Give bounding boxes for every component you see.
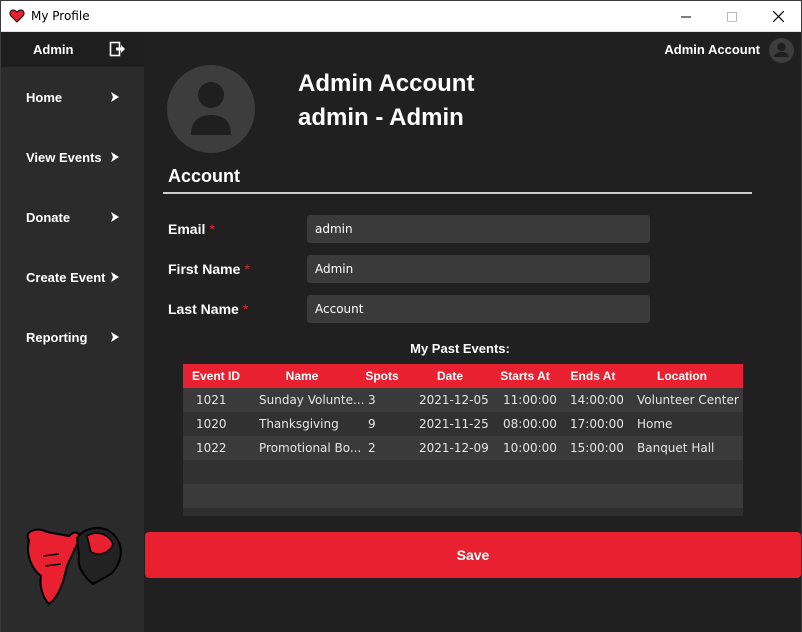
chevron-right-icon: [111, 152, 119, 162]
app-window: My Profile Admin Home View Events Donate…: [0, 0, 802, 632]
past-events-table[interactable]: Event ID Name Spots Date Starts At Ends …: [183, 364, 743, 516]
sidebar-item-home[interactable]: Home: [1, 78, 144, 118]
first-name-field[interactable]: [307, 255, 650, 283]
table-row[interactable]: 1020 Thanksgiving 9 2021-11-25 08:00:00 …: [183, 412, 743, 436]
cell-starts-at: 08:00:00: [503, 417, 557, 431]
first-name-label: First Name *: [168, 261, 250, 277]
cell-ends-at: 17:00:00: [570, 417, 624, 431]
cell-location: Home: [637, 417, 673, 431]
cell-spots: 2: [368, 441, 376, 455]
section-divider: [163, 192, 752, 194]
cell-ends-at: 14:00:00: [570, 393, 624, 407]
minimize-icon: [681, 16, 691, 17]
cell-starts-at: 11:00:00: [503, 393, 557, 407]
cell-starts-at: 10:00:00: [503, 441, 557, 455]
cell-event-id: 1021: [196, 393, 227, 407]
cell-date: 2021-12-09: [419, 441, 489, 455]
last-name-field[interactable]: [307, 295, 650, 323]
table-header: Event ID Name Spots Date Starts At Ends …: [183, 364, 743, 388]
last-name-label: Last Name *: [168, 301, 248, 317]
title-bar: My Profile: [1, 1, 801, 32]
sidebar-item-label: Home: [26, 90, 63, 105]
cell-event-id: 1022: [196, 441, 227, 455]
column-header[interactable]: Ends At: [559, 369, 627, 383]
sidebar-item-donate[interactable]: Donate: [1, 198, 144, 238]
column-header[interactable]: Spots: [355, 369, 409, 383]
profile-avatar-icon: [167, 65, 255, 153]
cell-date: 2021-11-25: [419, 417, 489, 431]
email-label: Email *: [168, 221, 215, 237]
user-avatar-icon[interactable]: [769, 38, 794, 63]
empty-row: [183, 484, 743, 508]
chevron-right-icon: [111, 212, 119, 222]
sidebar-item-label: View Events: [26, 150, 102, 165]
email-field[interactable]: [307, 215, 650, 243]
email-label-text: Email: [168, 221, 206, 237]
column-header[interactable]: Location: [627, 369, 737, 383]
cell-spots: 9: [368, 417, 376, 431]
sidebar-item-create-event[interactable]: Create Event: [1, 258, 144, 298]
sidebar-header: Admin: [1, 32, 144, 67]
boxing-gloves-heart-logo: [26, 527, 122, 606]
close-button[interactable]: [755, 1, 801, 32]
close-icon: [772, 11, 784, 22]
required-marker: *: [244, 261, 250, 277]
past-events-title: My Past Events:: [410, 341, 510, 356]
cell-name: Sunday Volunte...: [259, 393, 365, 407]
column-header[interactable]: Starts At: [491, 369, 559, 383]
first-name-label-text: First Name: [168, 261, 241, 277]
sidebar-item-label: Donate: [26, 210, 71, 225]
save-button[interactable]: Save: [145, 532, 801, 578]
required-marker: *: [242, 301, 249, 317]
account-section-title: Account: [168, 166, 240, 186]
cell-location: Volunteer Center: [637, 393, 739, 407]
cell-ends-at: 15:00:00: [570, 441, 624, 455]
maximize-button[interactable]: [709, 1, 755, 32]
sidebar-item-reporting[interactable]: Reporting: [1, 318, 144, 358]
main-content: Admin Account Admin Account admin - Admi…: [144, 32, 801, 632]
cell-event-id: 1020: [196, 417, 227, 431]
table-row[interactable]: 1022 Promotional Bo... 2 2021-12-09 10:0…: [183, 436, 743, 460]
sidebar-item-label: Reporting: [26, 330, 88, 345]
maximize-icon: [727, 11, 737, 22]
cell-spots: 3: [368, 393, 376, 407]
chevron-right-icon: [111, 272, 119, 282]
profile-subtitle: admin - Admin: [298, 104, 464, 131]
required-marker: *: [209, 221, 215, 237]
sidebar-item-view-events[interactable]: View Events: [1, 138, 144, 178]
logout-icon[interactable]: [109, 41, 125, 57]
sidebar-user-name: Admin: [33, 42, 74, 57]
column-header[interactable]: Date: [409, 369, 491, 383]
empty-row: [183, 460, 743, 484]
minimize-button[interactable]: [663, 1, 709, 32]
chevron-right-icon: [111, 332, 119, 342]
last-name-label-text: Last Name: [168, 301, 239, 317]
chevron-right-icon: [111, 92, 119, 102]
window-title: My Profile: [31, 9, 90, 23]
profile-full-name: Admin Account: [298, 70, 475, 97]
cell-name: Thanksgiving: [259, 417, 339, 431]
header-user-name[interactable]: Admin Account: [664, 42, 760, 57]
sidebar-item-label: Create Event: [26, 270, 106, 285]
heart-gloves-icon: [9, 9, 25, 23]
cell-location: Banquet Hall: [637, 441, 715, 455]
sidebar: Admin Home View Events Donate Create Eve…: [1, 32, 144, 632]
cell-date: 2021-12-05: [419, 393, 489, 407]
table-row[interactable]: 1021 Sunday Volunte... 3 2021-12-05 11:0…: [183, 388, 743, 412]
cell-name: Promotional Bo...: [259, 441, 362, 455]
column-header[interactable]: Name: [249, 369, 355, 383]
column-header[interactable]: Event ID: [183, 369, 249, 383]
